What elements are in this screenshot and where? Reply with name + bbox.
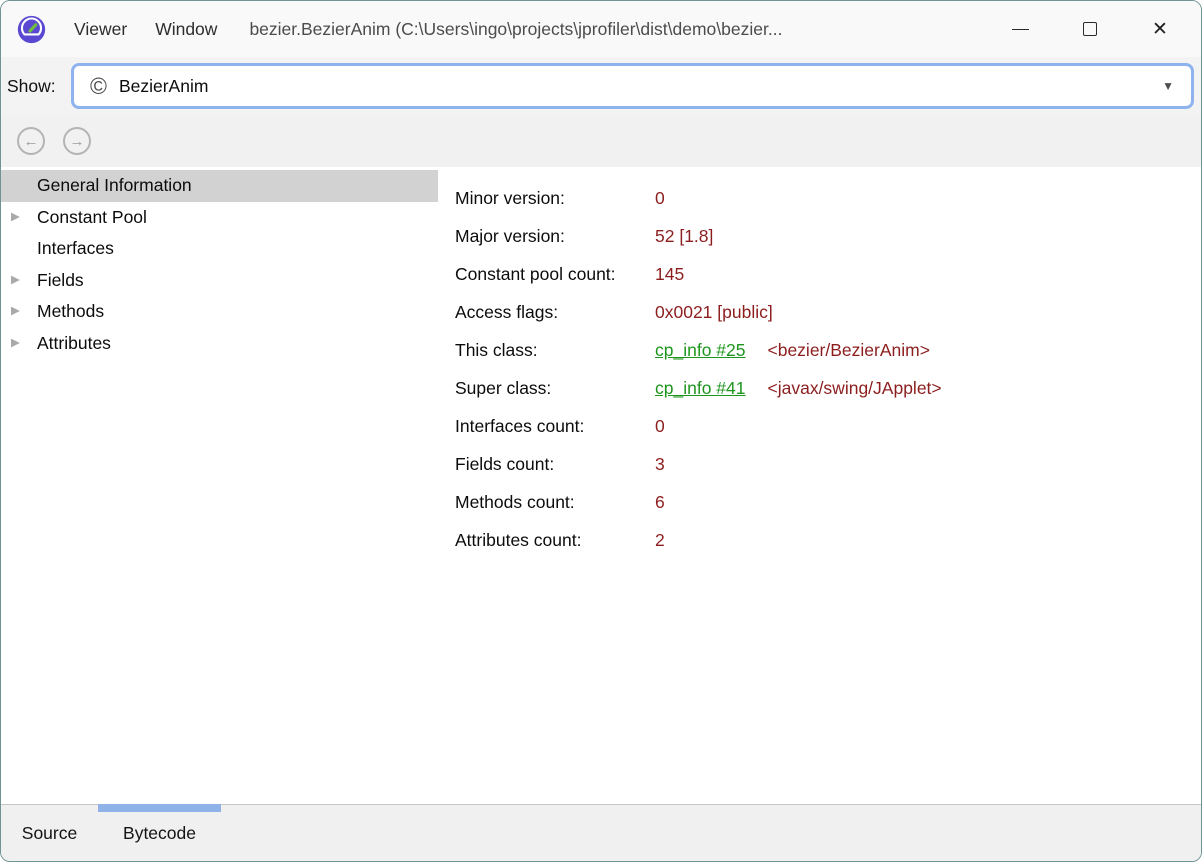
cp-info-link[interactable]: cp_info #25: [655, 340, 746, 361]
nav-toolbar: ← →: [1, 115, 1201, 167]
minimize-icon: [1011, 28, 1029, 30]
tab-label: Source: [21, 822, 78, 843]
forward-button[interactable]: →: [63, 127, 91, 155]
window-controls: ✕: [985, 1, 1195, 57]
detail-value: 0x0021 [public]: [655, 301, 773, 322]
detail-value: <javax/swing/JApplet>: [767, 377, 942, 398]
detail-label: Methods count:: [455, 491, 575, 512]
tree-item-fields[interactable]: ▶ Fields: [1, 265, 438, 297]
detail-value: 6: [655, 491, 665, 512]
tree-item-label: Interfaces: [37, 238, 114, 259]
expand-arrow-icon[interactable]: ▶: [1, 211, 37, 224]
cp-info-link[interactable]: cp_info #41: [655, 378, 746, 399]
maximize-button[interactable]: [1055, 1, 1125, 57]
show-row: Show: © BezierAnim ▼: [1, 57, 1201, 115]
expand-arrow-icon[interactable]: ▶: [1, 274, 37, 287]
tree-item-interfaces[interactable]: Interfaces: [1, 233, 438, 265]
class-selector-combobox[interactable]: © BezierAnim ▼: [71, 63, 1194, 109]
detail-value: 52 [1.8]: [655, 225, 714, 246]
detail-label: Access flags:: [455, 301, 559, 322]
general-information-panel: Minor version: 0 Major version: 52 [1.8]…: [438, 167, 1201, 803]
forward-arrow-icon: →: [69, 132, 85, 150]
jprofiler-app-icon: [17, 15, 46, 43]
back-button[interactable]: ←: [17, 127, 45, 155]
detail-label: Interfaces count:: [455, 415, 585, 436]
class-icon: ©: [90, 72, 107, 99]
detail-row-this-class: This class: cp_info #25 <bezier/BezierAn…: [455, 331, 1201, 369]
tree-item-methods[interactable]: ▶ Methods: [1, 296, 438, 328]
detail-label: Fields count:: [455, 453, 555, 474]
selected-class-name: BezierAnim: [118, 75, 209, 96]
tab-label: Bytecode: [123, 822, 196, 843]
close-button[interactable]: ✕: [1125, 1, 1195, 57]
detail-value: 3: [655, 453, 665, 474]
chevron-down-icon: ▼: [1162, 79, 1174, 93]
detail-row-attributes-count: Attributes count: 2: [455, 521, 1201, 559]
tab-bytecode[interactable]: Bytecode: [98, 804, 221, 861]
bottom-tab-bar: Source Bytecode: [1, 804, 1201, 861]
detail-row-methods-count: Methods count: 6: [455, 483, 1201, 521]
detail-row-major-version: Major version: 52 [1.8]: [455, 217, 1201, 255]
detail-row-minor-version: Minor version: 0: [455, 179, 1201, 217]
tree-item-label: Attributes: [37, 332, 111, 353]
detail-value: <bezier/BezierAnim>: [767, 339, 930, 360]
detail-value: 0: [655, 187, 665, 208]
expand-arrow-icon[interactable]: ▶: [1, 337, 37, 350]
back-arrow-icon: ←: [23, 132, 39, 150]
tab-source[interactable]: Source: [1, 805, 98, 861]
detail-row-super-class: Super class: cp_info #41 <javax/swing/JA…: [455, 369, 1201, 407]
class-structure-tree: General Information ▶ Constant Pool Inte…: [1, 167, 438, 803]
detail-label: Super class:: [455, 377, 552, 398]
detail-label: Constant pool count:: [455, 263, 616, 284]
show-label: Show:: [7, 75, 56, 96]
tree-item-label: General Information: [37, 175, 192, 196]
detail-label: This class:: [455, 339, 538, 360]
tree-item-constant-pool[interactable]: ▶ Constant Pool: [1, 202, 438, 234]
tree-item-attributes[interactable]: ▶ Attributes: [1, 328, 438, 360]
tree-item-label: Constant Pool: [37, 206, 147, 227]
detail-label: Attributes count:: [455, 529, 582, 550]
detail-value: 145: [655, 263, 685, 284]
detail-row-fields-count: Fields count: 3: [455, 445, 1201, 483]
detail-label: Minor version:: [455, 187, 565, 208]
expand-arrow-icon[interactable]: ▶: [1, 305, 37, 318]
detail-row-interfaces-count: Interfaces count: 0: [455, 407, 1201, 445]
main-content: General Information ▶ Constant Pool Inte…: [1, 167, 1201, 803]
detail-label: Major version:: [455, 225, 565, 246]
detail-value: 2: [655, 529, 665, 550]
title-bar: Viewer Window bezier.BezierAnim (C:\User…: [1, 1, 1201, 57]
tree-item-label: Fields: [37, 269, 84, 290]
minimize-button[interactable]: [985, 1, 1055, 57]
tree-item-general-information[interactable]: General Information: [1, 170, 438, 202]
viewer-window: Viewer Window bezier.BezierAnim (C:\User…: [0, 0, 1202, 862]
detail-row-constant-pool-count: Constant pool count: 145: [455, 255, 1201, 293]
menu-viewer[interactable]: Viewer: [72, 13, 129, 46]
detail-value: 0: [655, 415, 665, 436]
window-title: bezier.BezierAnim (C:\Users\ingo\project…: [249, 18, 783, 39]
detail-row-access-flags: Access flags: 0x0021 [public]: [455, 293, 1201, 331]
tree-item-label: Methods: [37, 301, 105, 322]
maximize-icon: [1083, 22, 1097, 36]
close-icon: ✕: [1152, 18, 1168, 40]
menu-window[interactable]: Window: [153, 13, 219, 46]
